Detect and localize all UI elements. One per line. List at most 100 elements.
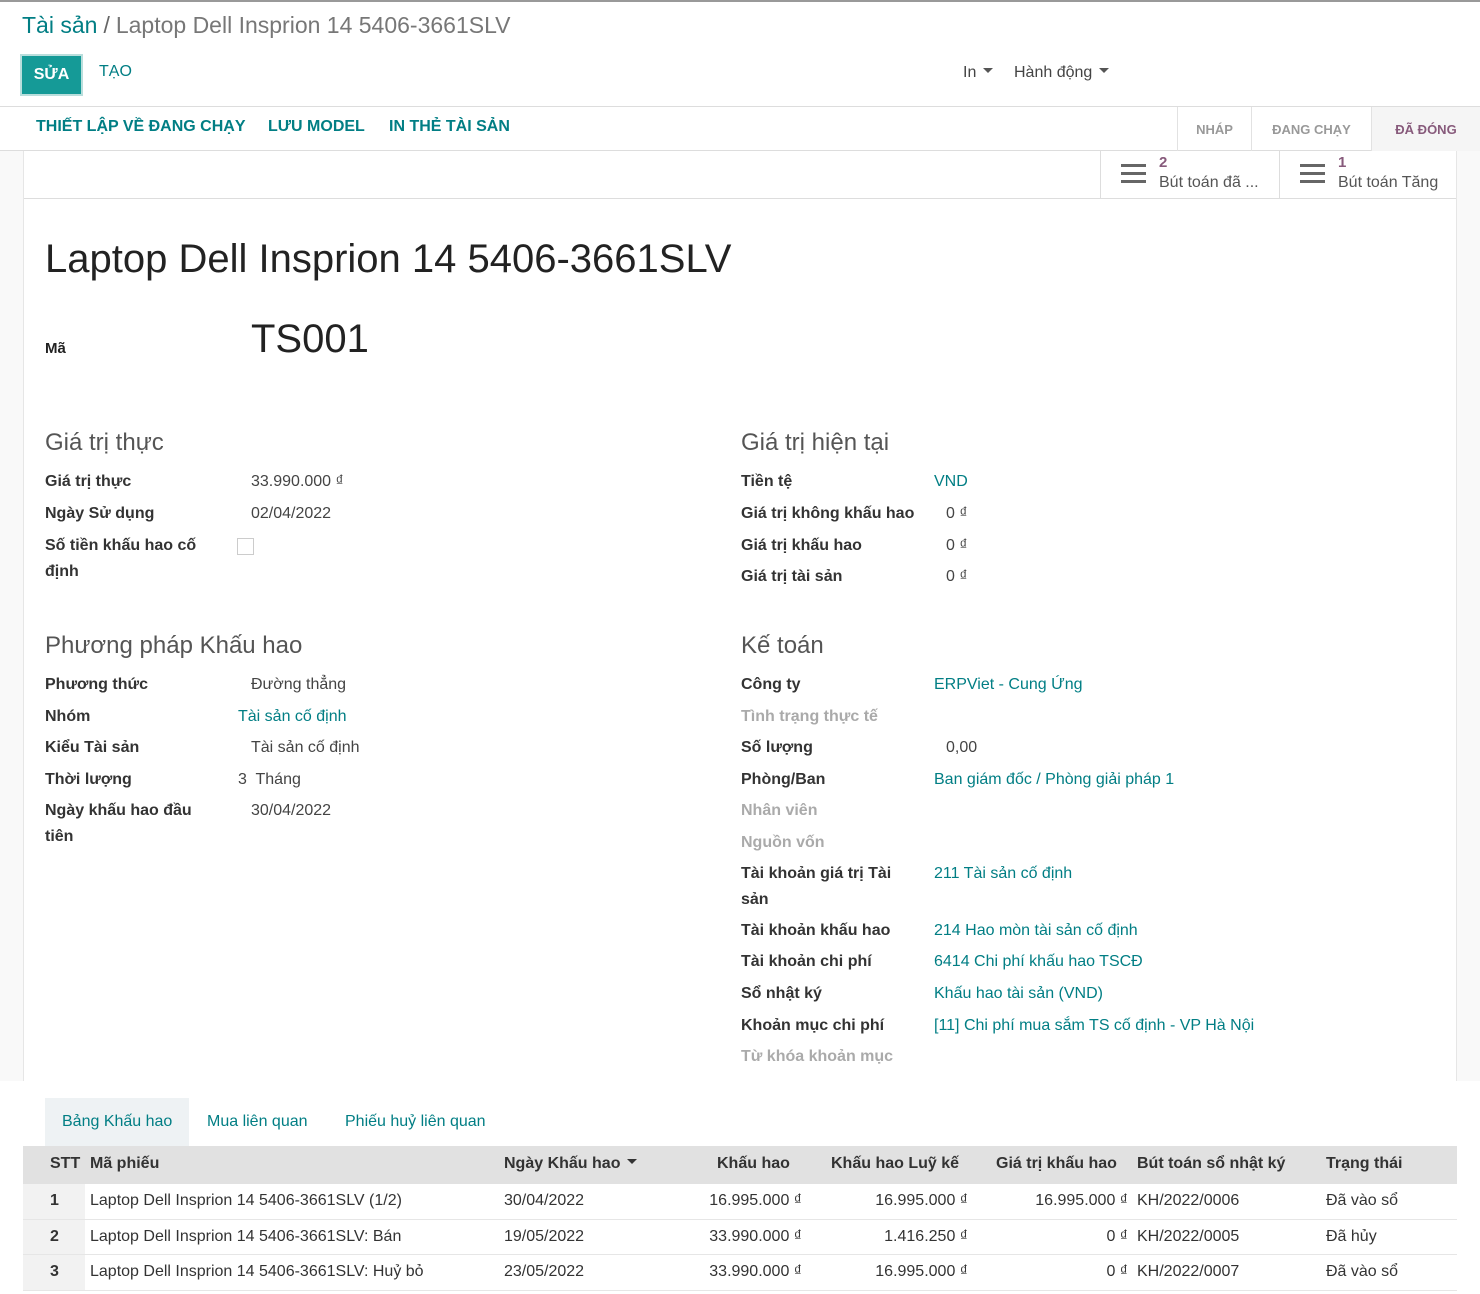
row-code: Laptop Dell Insprion 14 5406-3661SLV: Bá…: [90, 1227, 402, 1245]
action-dropdown-label: Hành động: [1014, 64, 1093, 81]
smart-button-count: 1: [1338, 154, 1347, 171]
field-value-company[interactable]: ERPViet - Cung Ứng: [934, 672, 1083, 698]
field-label-method: Phương thức: [45, 676, 148, 693]
stage-indicator: NHÁP ĐANG CHẠY ĐÃ ĐÓNG: [1177, 107, 1480, 151]
field-label-asset-account: Tài khoản giá trị Tài sản: [741, 865, 892, 908]
row-depreciable-value: 16.995.000 ₫: [1035, 1192, 1128, 1209]
breadcrumb-parent-link[interactable]: Tài sản: [22, 12, 97, 38]
field-value-currency[interactable]: VND: [934, 469, 968, 495]
print-asset-card-button[interactable]: IN THẺ TÀI SẢN: [389, 118, 510, 136]
column-header-depreciation[interactable]: Khấu hao: [717, 1155, 790, 1173]
print-dropdown[interactable]: In: [963, 64, 994, 82]
stage-draft[interactable]: NHÁP: [1177, 107, 1251, 151]
row-stt: 3: [50, 1263, 59, 1280]
stage-running[interactable]: ĐANG CHẠY: [1251, 107, 1371, 151]
smart-button-count: 2: [1159, 154, 1168, 171]
field-label-real-value: Giá trị thực: [45, 473, 132, 490]
field-value-asset-account[interactable]: 211 Tài sản cố định: [934, 861, 1072, 887]
save-model-button[interactable]: LƯU MODEL: [268, 118, 365, 136]
field-label-expense-item: Khoản mục chi phí: [741, 1017, 885, 1034]
field-label-expense-account: Tài khoản chi phí: [741, 953, 872, 970]
field-label-use-date: Ngày Sử dụng: [45, 505, 155, 522]
row-cumulative: 1.416.250 ₫: [884, 1227, 968, 1245]
action-dropdown[interactable]: Hành động: [1014, 64, 1110, 82]
tab-depreciation-board[interactable]: Bảng Khấu hao: [45, 1098, 190, 1146]
fixed-amount-checkbox[interactable]: [237, 538, 254, 555]
row-journal-entry: KH/2022/0007: [1137, 1263, 1240, 1280]
table-row[interactable]: 2 Laptop Dell Insprion 14 5406-3661SLV: …: [23, 1219, 1457, 1255]
smart-button-label: Bút toán Tăng: [1338, 174, 1439, 191]
row-date: 30/04/2022: [504, 1192, 585, 1209]
column-header-code[interactable]: Mã phiếu: [90, 1155, 159, 1173]
row-cumulative: 16.995.000 ₫: [875, 1192, 968, 1209]
row-depreciation: 33.990.000 ₫: [709, 1227, 802, 1245]
column-header-stt: STT: [50, 1155, 81, 1172]
column-header-depreciable-value[interactable]: Giá trị khấu hao: [996, 1155, 1117, 1173]
row-journal-entry: KH/2022/0005: [1137, 1227, 1240, 1245]
stage-closed[interactable]: ĐÃ ĐÓNG: [1371, 107, 1480, 151]
table-row[interactable]: 3 Laptop Dell Insprion 14 5406-3661SLV: …: [23, 1255, 1457, 1291]
row-status: Đã vào sổ: [1326, 1263, 1399, 1280]
row-depreciation: 33.990.000 ₫: [709, 1263, 802, 1280]
group-title-current-value: Giá trị hiện tại: [741, 429, 890, 456]
depreciation-table: STT Mã phiếu Ngày Khấu hao Khấu hao Khấu…: [23, 1146, 1457, 1291]
column-header-date[interactable]: Ngày Khấu hao: [504, 1155, 638, 1173]
smart-button-box: 2 Bút toán đã ... 1 Bút toán Tăng: [24, 151, 1456, 199]
record-title: Laptop Dell Insprion 14 5406-3661SLV: [45, 237, 732, 281]
caret-down-icon: [983, 68, 994, 74]
field-value-group[interactable]: Tài sản cố định: [238, 704, 347, 730]
sort-desc-icon: [627, 1159, 638, 1165]
field-value-real-value: 33.990.000 ₫: [251, 473, 344, 490]
field-label-quantity: Số lượng: [741, 739, 813, 756]
field-label-duration: Thời lượng: [45, 771, 132, 788]
field-label-first-depreciation-date: Ngày khấu hao đầu tiên: [45, 802, 192, 845]
field-value-depreciable: 0 ₫: [946, 537, 968, 554]
row-date: 23/05/2022: [504, 1263, 585, 1280]
field-value-asset-value: 0 ₫: [946, 568, 968, 585]
group-title-accounting: Kế toán: [741, 632, 824, 659]
tab-related-cancellations[interactable]: Phiếu huỷ liên quan: [329, 1098, 502, 1146]
field-label-group: Nhóm: [45, 708, 91, 725]
tab-related-purchases[interactable]: Mua liên quan: [191, 1098, 324, 1146]
field-value-quantity: 0,00: [946, 739, 978, 756]
field-value-department[interactable]: Ban giám đốc / Phòng giải pháp 1: [934, 767, 1174, 793]
notebook-tabs: Bảng Khấu hao Mua liên quan Phiếu huỷ li…: [23, 1098, 1457, 1146]
field-label-journal: Sổ nhật ký: [741, 985, 822, 1002]
row-status: Đã hủy: [1326, 1227, 1377, 1245]
control-panel: Tài sản / Laptop Dell Insprion 14 5406-366…: [0, 0, 1480, 107]
column-header-cumulative[interactable]: Khấu hao Luỹ kế: [831, 1155, 959, 1173]
form-sheet: 2 Bút toán đã ... 1 Bút toán Tăng Laptop…: [23, 151, 1457, 1081]
group-title-depreciation-method: Phương pháp Khấu hao: [45, 632, 303, 659]
table-header: STT Mã phiếu Ngày Khấu hao Khấu hao Khấu…: [23, 1146, 1457, 1184]
set-to-running-button[interactable]: THIẾT LẬP VỀ ĐANG CHẠY: [36, 118, 246, 136]
field-label-company: Công ty: [741, 676, 801, 693]
smart-button-increase-entries[interactable]: 1 Bút toán Tăng: [1279, 151, 1457, 199]
code-label: Mã: [45, 340, 66, 357]
field-value-expense-item[interactable]: [11] Chi phí mua sắm TS cố định - VP Hà …: [934, 1013, 1254, 1039]
print-dropdown-label: In: [963, 64, 977, 81]
smart-button-posted-entries[interactable]: 2 Bút toán đã ...: [1100, 151, 1280, 199]
edit-button[interactable]: SỬA: [20, 54, 83, 96]
code-value: TS001: [251, 317, 369, 361]
column-header-status[interactable]: Trạng thái: [1326, 1155, 1402, 1173]
breadcrumb-separator: /: [103, 12, 110, 38]
create-button[interactable]: TẠO: [99, 63, 132, 81]
column-header-journal-entry[interactable]: Bút toán sổ nhật ký: [1137, 1155, 1285, 1173]
caret-down-icon: [1099, 68, 1110, 74]
row-code: Laptop Dell Insprion 14 5406-3661SLV: Hu…: [90, 1263, 424, 1280]
field-label-depreciable: Giá trị khấu hao: [741, 537, 862, 554]
field-value-method: Đường thẳng: [251, 676, 347, 693]
breadcrumb-current: Laptop Dell Insprion 14 5406-3661SLV: [115, 12, 511, 38]
field-label-asset-value: Giá trị tài sản: [741, 568, 843, 585]
field-value-first-depreciation-date: 30/04/2022: [251, 802, 332, 819]
row-cumulative: 16.995.000 ₫: [875, 1263, 968, 1280]
field-value-expense-account[interactable]: 6414 Chi phí khấu hao TSCĐ: [934, 949, 1143, 975]
field-value-depreciation-account[interactable]: 214 Hao mòn tài sản cố định: [934, 918, 1138, 944]
statusbar: THIẾT LẬP VỀ ĐANG CHẠY LƯU MODEL IN THẺ …: [0, 107, 1480, 151]
field-label-expense-keyword: Từ khóa khoản mục: [741, 1048, 894, 1065]
row-journal-entry: KH/2022/0006: [1137, 1192, 1240, 1209]
field-value-journal[interactable]: Khấu hao tài sản (VND): [934, 981, 1103, 1007]
row-depreciable-value: 0 ₫: [1106, 1263, 1128, 1280]
field-label-non-depreciable: Giá trị không khấu hao: [741, 505, 915, 522]
table-row[interactable]: 1 Laptop Dell Insprion 14 5406-3661SLV (…: [23, 1184, 1457, 1220]
